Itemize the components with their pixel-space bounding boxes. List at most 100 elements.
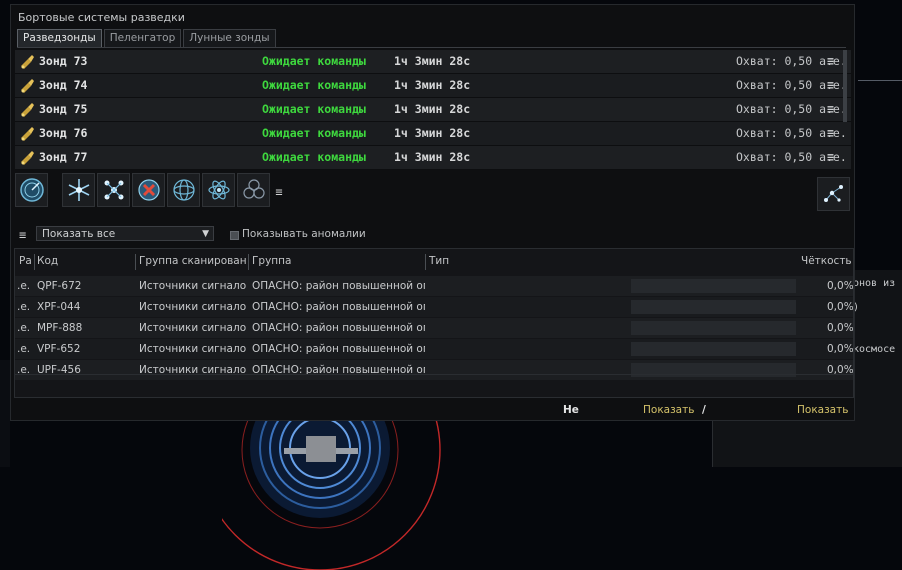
atom-formation-icon (207, 180, 230, 200)
hamburger-menu-icon[interactable]: ≡ (827, 78, 834, 92)
cell-group: ОПАСНО: район повышенной опа (252, 301, 425, 313)
hamburger-menu-icon[interactable]: ≡ (827, 150, 834, 164)
tab-moon-probes[interactable]: Лунные зонды (183, 29, 276, 47)
probe-name: Зонд 75 (39, 102, 88, 116)
table-row[interactable]: .е. UPF-456 Источники сигналов ОПАСНО: р… (15, 360, 853, 381)
cell-distance: .е. (17, 343, 31, 355)
column-separator[interactable] (34, 254, 35, 270)
cell-signal: 0,0% (827, 322, 853, 334)
background-corner (0, 360, 10, 467)
column-separator[interactable] (135, 254, 136, 270)
recall-probes-button[interactable] (132, 173, 165, 207)
cell-scan-group: Источники сигналов (139, 301, 247, 313)
pinpoint-formation-button[interactable] (97, 173, 130, 207)
column-distance[interactable]: Ра (19, 255, 33, 267)
filter-dropdown[interactable]: Показать все ▼ (36, 226, 214, 241)
hamburger-menu-icon[interactable]: ≡ (19, 228, 26, 242)
show-link-2[interactable]: Показать (797, 404, 848, 416)
signal-bar (631, 321, 796, 335)
triple-circle-icon (242, 179, 265, 199)
probe-name: Зонд 76 (39, 126, 88, 140)
table-row[interactable]: .е. QPF-672 Источники сигналов ОПАСНО: р… (15, 276, 853, 297)
star-map-icon (823, 185, 843, 202)
column-group[interactable]: Группа (252, 255, 422, 267)
tab-bar: Разведзонды Пеленгатор Лунные зонды (17, 29, 276, 47)
analyze-icon (19, 178, 44, 202)
probe-row[interactable]: Зонд 74 Ожидает команды 1ч 3мин 28с Охва… (15, 74, 851, 98)
probe-time: 1ч 3мин 28с (394, 150, 471, 164)
probe-list-scrollbar[interactable] (843, 50, 847, 122)
table-body: .е. QPF-672 Источники сигналов ОПАСНО: р… (15, 276, 853, 381)
tab-directional-scanner[interactable]: Пеленгатор (103, 29, 182, 47)
snowflake-formation-button[interactable] (62, 173, 95, 207)
table-row[interactable]: .е. MPF-888 Источники сигналов ОПАСНО: р… (15, 318, 853, 339)
results-table: Ра Код Группа сканирования Группа Тип Чё… (14, 248, 854, 398)
probe-icon (21, 151, 34, 165)
tab-divider (17, 47, 846, 48)
cell-signal: 0,0% (827, 343, 853, 355)
cell-code: XPF-044 (37, 301, 81, 313)
atom-formation-button[interactable] (202, 173, 235, 207)
probe-row[interactable]: Зонд 73 Ожидает команды 1ч 3мин 28с Охва… (15, 50, 851, 74)
recall-probes-icon (137, 179, 160, 201)
probe-time: 1ч 3мин 28с (394, 78, 471, 92)
column-scan-group[interactable]: Группа сканирования (139, 255, 247, 267)
cell-scan-group: Источники сигналов (139, 280, 247, 292)
probe-icon (21, 103, 34, 117)
probe-status: Ожидает команды (262, 54, 366, 68)
column-separator[interactable] (248, 254, 249, 270)
probe-time: 1ч 3мин 28с (394, 54, 471, 68)
anomalies-checkbox[interactable] (230, 231, 239, 240)
column-code[interactable]: Код (37, 255, 133, 267)
cell-distance: .е. (17, 280, 31, 292)
sphere-formation-button[interactable] (167, 173, 200, 207)
table-row[interactable]: .е. VPF-652 Источники сигналов ОПАСНО: р… (15, 339, 853, 360)
window-title: Бортовые системы разведки (18, 11, 185, 24)
probe-row[interactable]: Зонд 75 Ожидает команды 1ч 3мин 28с Охва… (15, 98, 851, 122)
hamburger-menu-icon[interactable]: ≡ (827, 54, 834, 68)
cell-signal: 0,0% (827, 301, 853, 313)
probe-icon (21, 79, 34, 93)
probe-name: Зонд 73 (39, 54, 88, 68)
cell-group: ОПАСНО: район повышенной опа (252, 280, 425, 292)
show-link-1[interactable]: Показать (643, 404, 694, 416)
probe-icon (21, 127, 34, 141)
probe-row[interactable]: Зонд 77 Ожидает команды 1ч 3мин 28с Охва… (15, 146, 851, 170)
table-header: Ра Код Группа сканирования Группа Тип Чё… (15, 249, 853, 271)
probe-name: Зонд 77 (39, 150, 88, 164)
background-text-3: космосе (853, 344, 896, 355)
table-footer-divider (15, 374, 853, 375)
signal-bar (631, 300, 796, 314)
cell-distance: .е. (17, 322, 31, 334)
hamburger-menu-icon[interactable]: ≡ (272, 173, 286, 211)
map-toggle-button[interactable] (817, 177, 850, 211)
table-row[interactable]: .е. XPF-044 Источники сигналов ОПАСНО: р… (15, 297, 853, 318)
signal-bar (631, 342, 796, 356)
cell-distance: .е. (17, 301, 31, 313)
probe-time: 1ч 3мин 28с (394, 126, 471, 140)
hamburger-menu-icon[interactable]: ≡ (827, 126, 834, 140)
tab-probes[interactable]: Разведзонды (17, 29, 102, 47)
probe-time: 1ч 3мин 28с (394, 102, 471, 116)
cell-scan-group: Источники сигналов (139, 322, 247, 334)
column-signal-strength[interactable]: Чёткость (801, 255, 851, 267)
cell-group: ОПАСНО: район повышенной опа (252, 343, 425, 355)
cell-scan-group: Источники сигналов (139, 343, 247, 355)
column-separator[interactable] (425, 254, 426, 270)
cell-group: ОПАСНО: район повышенной опа (252, 322, 425, 334)
footer-label-no: Не (563, 404, 579, 416)
analyze-button[interactable] (15, 173, 48, 207)
cell-code: QPF-672 (37, 280, 82, 292)
hamburger-menu-icon[interactable]: ≡ (827, 102, 834, 116)
probe-toolbar: ≡ (15, 173, 286, 211)
pinpoint-formation-icon (104, 180, 123, 200)
snowflake-formation-icon (68, 179, 89, 201)
probe-status: Ожидает команды (262, 78, 366, 92)
background-line (858, 80, 902, 81)
cell-code: MPF-888 (37, 322, 83, 334)
probe-status: Ожидает команды (262, 150, 366, 164)
anomalies-label: Показывать аномалии (242, 228, 366, 240)
column-type[interactable]: Тип (429, 255, 729, 267)
probe-row[interactable]: Зонд 76 Ожидает команды 1ч 3мин 28с Охва… (15, 122, 851, 146)
triple-circle-button[interactable] (237, 173, 270, 207)
